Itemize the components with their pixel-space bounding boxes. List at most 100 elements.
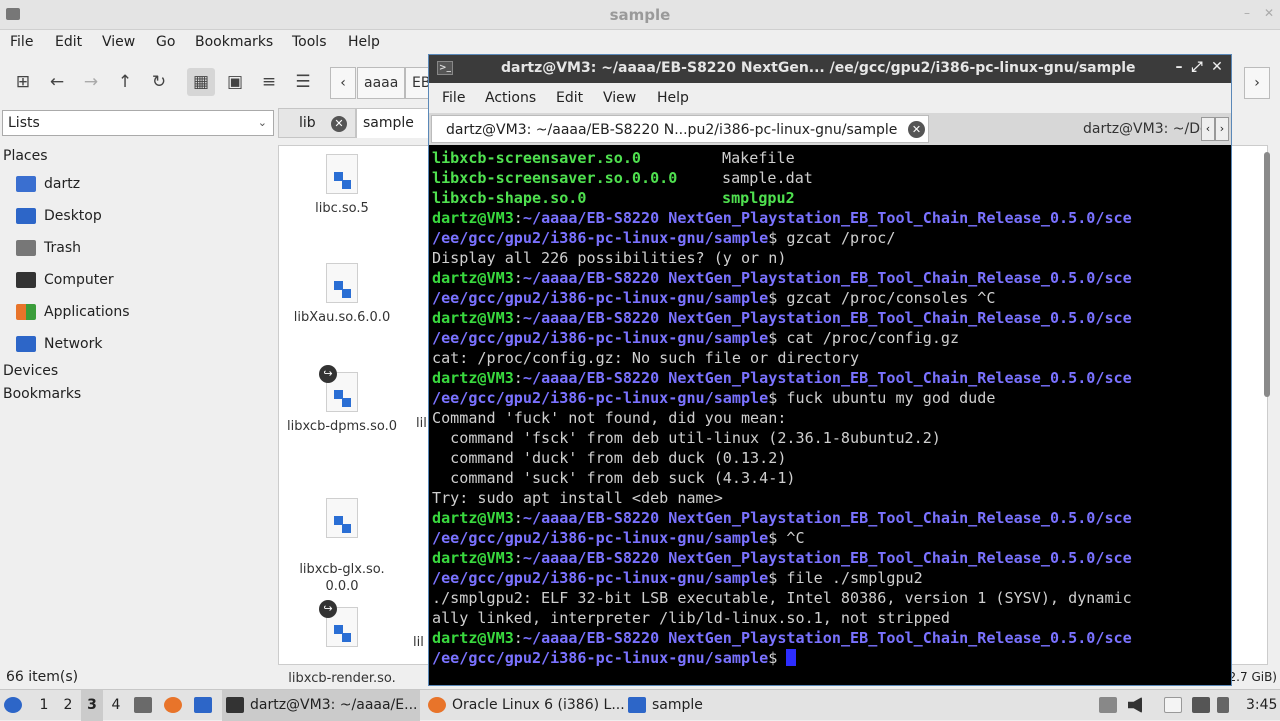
- icon-view-icon[interactable]: ▦: [187, 68, 215, 96]
- prompt-line: dartz@VM3:~/aaaa/EB-S8220 NextGen_Playst…: [432, 308, 1231, 328]
- file-item[interactable]: libc.so.5: [284, 154, 400, 217]
- prompt-user: dartz@VM3: [432, 369, 514, 387]
- thumbnail-view-icon[interactable]: ▣: [221, 68, 249, 96]
- prompt-line: dartz@VM3:~/aaaa/EB-S8220 NextGen_Playst…: [432, 208, 1231, 228]
- term-menu-view[interactable]: View: [603, 90, 636, 106]
- library-file-icon: [326, 498, 358, 538]
- tab-lib[interactable]: lib ✕: [278, 108, 356, 138]
- place-network[interactable]: Network: [16, 332, 102, 356]
- file-name-partial: lil: [413, 635, 424, 650]
- clock[interactable]: 3:45: [1246, 690, 1277, 721]
- power-icon[interactable]: [1217, 697, 1229, 713]
- menu-help[interactable]: Help: [348, 34, 380, 50]
- quicklaunch-desktop[interactable]: [194, 690, 218, 721]
- reload-icon[interactable]: ↻: [145, 68, 173, 96]
- file-view-scrollbar[interactable]: [1260, 148, 1272, 658]
- prompt-dollar: $: [768, 329, 787, 347]
- tab-label: sample: [363, 115, 414, 131]
- scroll-thumb[interactable]: [1264, 152, 1270, 397]
- detailed-view-icon[interactable]: ☰: [289, 68, 317, 96]
- volume-icon[interactable]: [1128, 697, 1142, 713]
- workspace-1[interactable]: 1: [33, 690, 55, 721]
- menu-go[interactable]: Go: [156, 34, 175, 50]
- places-heading[interactable]: Places: [3, 148, 48, 164]
- minimize-icon[interactable]: –: [1171, 59, 1187, 77]
- quicklaunch-files[interactable]: [134, 690, 158, 721]
- workspace-2[interactable]: 2: [57, 690, 79, 721]
- maximize-icon[interactable]: ⤢: [1189, 59, 1205, 77]
- terminal-output[interactable]: libxcb-screensaver.so.0 Makefile libxcb-sc…: [429, 145, 1231, 685]
- path-button-aaaa[interactable]: aaaa: [357, 67, 406, 99]
- command-output-line: Command 'fuck' not found, did you mean:: [432, 409, 787, 427]
- prompt-user: dartz@VM3: [432, 309, 514, 327]
- prompt-path: ~/aaaa/EB-S8220 NextGen_Playstation_EB_T…: [522, 369, 1132, 387]
- place-trash[interactable]: Trash: [16, 236, 81, 260]
- close-tab-icon[interactable]: ✕: [331, 116, 347, 132]
- removable-media-icon[interactable]: [1099, 697, 1117, 713]
- prompt-dollar: $: [768, 529, 787, 547]
- task-file-manager[interactable]: sample: [628, 690, 738, 721]
- start-menu-button[interactable]: [4, 690, 28, 721]
- place-label: Applications: [44, 304, 130, 320]
- file-item[interactable]: libXau.so.6.0.0: [284, 263, 400, 326]
- ls-entry: sample.dat: [722, 169, 813, 187]
- terminal-tab-inactive[interactable]: dartz@VM3: ~/Dc: [1069, 115, 1209, 143]
- back-icon[interactable]: ←: [43, 68, 71, 96]
- fm-menubar: File Edit View Go Bookmarks Tools Help: [0, 30, 1280, 56]
- prompt-path: ~/aaaa/EB-S8220 NextGen_Playstation_EB_T…: [522, 509, 1132, 527]
- path-button-eb[interactable]: EB: [405, 67, 429, 99]
- prompt-path: /ee/gcc/gpu2/i386-pc-linux-gnu/sample: [432, 649, 769, 667]
- terminal-tab-label: dartz@VM3: ~/aaaa/EB-S8220 N...pu2/i386-…: [446, 122, 898, 138]
- place-desktop[interactable]: Desktop: [16, 204, 102, 228]
- bookmarks-heading[interactable]: Bookmarks: [3, 386, 81, 402]
- tab-scroll-right-icon[interactable]: ›: [1215, 117, 1229, 141]
- prompt-path: ~/aaaa/EB-S8220 NextGen_Playstation_EB_T…: [522, 269, 1132, 287]
- menu-view[interactable]: View: [102, 34, 135, 50]
- place-computer[interactable]: Computer: [16, 268, 114, 292]
- menu-edit[interactable]: Edit: [55, 34, 82, 50]
- network-monitor-icon[interactable]: [1192, 697, 1210, 713]
- term-menu-actions[interactable]: Actions: [485, 90, 536, 106]
- terminal-tab-active[interactable]: dartz@VM3: ~/aaaa/EB-S8220 N...pu2/i386-…: [431, 115, 929, 143]
- menu-tools[interactable]: Tools: [292, 34, 327, 50]
- forward-icon[interactable]: →: [77, 68, 105, 96]
- compact-view-icon[interactable]: ≡: [255, 68, 283, 96]
- clipboard-icon[interactable]: [1164, 697, 1182, 713]
- task-terminal[interactable]: dartz@VM3: ~/aaaa/E...: [222, 690, 420, 721]
- library-file-icon: [326, 154, 358, 194]
- terminal-titlebar: >_ dartz@VM3: ~/aaaa/EB-S8220 NextGen...…: [429, 55, 1231, 83]
- command-output-line: command 'duck' from deb duck (0.13.2): [432, 449, 787, 467]
- prompt-path: /ee/gcc/gpu2/i386-pc-linux-gnu/sample: [432, 389, 769, 407]
- command-output-line: ./smplgpu2: ELF 32-bit LSB executable, I…: [432, 589, 1132, 607]
- menu-file[interactable]: File: [10, 34, 33, 50]
- prompt-line: dartz@VM3:~/aaaa/EB-S8220 NextGen_Playst…: [432, 368, 1231, 388]
- menu-bookmarks[interactable]: Bookmarks: [195, 34, 273, 50]
- up-icon[interactable]: ↑: [111, 68, 139, 96]
- side-pane-mode-select[interactable]: Lists ⌄: [2, 110, 274, 136]
- close-icon[interactable]: ✕: [1262, 6, 1276, 20]
- library-file-icon: [326, 263, 358, 303]
- minimize-icon[interactable]: –: [1240, 6, 1254, 20]
- task-firefox[interactable]: Oracle Linux 6 (i386) L...: [426, 690, 625, 721]
- workspace-3[interactable]: 3: [81, 690, 103, 721]
- file-item[interactable]: ↪ libxcb-dpms.so.0: [284, 365, 400, 435]
- term-menu-edit[interactable]: Edit: [556, 90, 583, 106]
- devices-heading[interactable]: Devices: [3, 363, 58, 379]
- path-scroll-right-icon[interactable]: ›: [1244, 67, 1270, 99]
- new-window-icon[interactable]: ⊞: [9, 68, 37, 96]
- tab-scroll-left-icon[interactable]: ‹: [1201, 117, 1215, 141]
- place-label: Trash: [44, 240, 81, 256]
- prompt-dollar: $: [768, 649, 787, 667]
- close-tab-icon[interactable]: ✕: [908, 121, 925, 138]
- term-menu-file[interactable]: File: [442, 90, 465, 106]
- command-output-line: Display all 226 possibilities? (y or n): [432, 249, 787, 267]
- close-icon[interactable]: ✕: [1209, 59, 1225, 77]
- place-applications[interactable]: Applications: [16, 300, 130, 324]
- term-menu-help[interactable]: Help: [657, 90, 689, 106]
- prompt-line: /ee/gcc/gpu2/i386-pc-linux-gnu/sample$ c…: [432, 328, 1231, 348]
- path-scroll-left-icon[interactable]: ‹: [330, 67, 356, 99]
- place-dartz[interactable]: dartz: [16, 172, 80, 196]
- prompt-sep: :: [513, 209, 523, 227]
- workspace-4[interactable]: 4: [105, 690, 127, 721]
- quicklaunch-firefox[interactable]: [164, 690, 188, 721]
